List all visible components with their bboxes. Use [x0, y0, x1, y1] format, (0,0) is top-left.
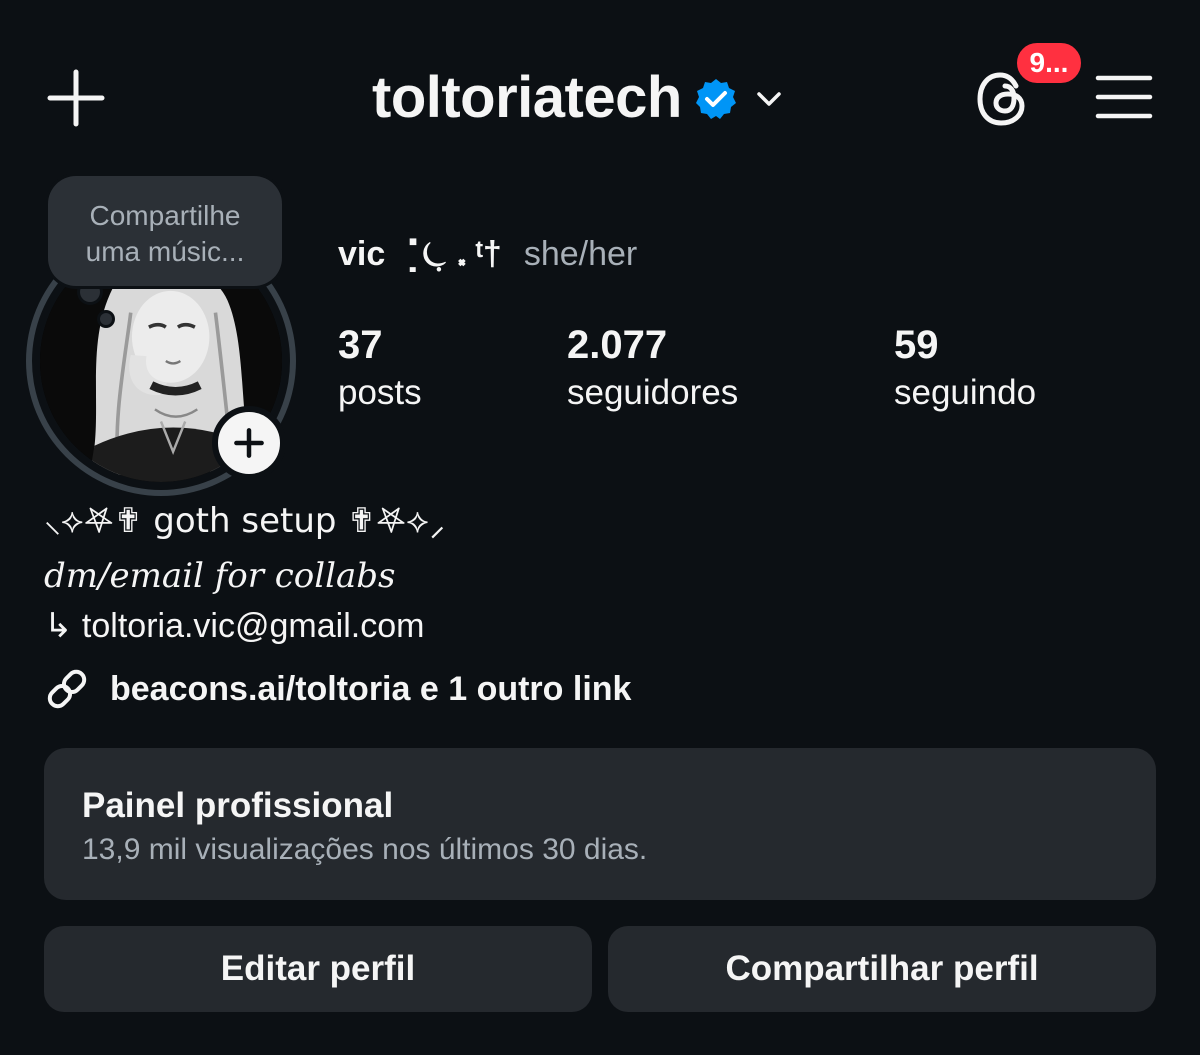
notification-badge: 9... [1014, 40, 1084, 86]
bio-line: ⸜⟡𖤐✟ goth setup ✟𖤐⟡⸝ [44, 501, 446, 541]
stat-value: 2.077 [567, 323, 668, 367]
account-switcher[interactable]: toltoriatech [372, 62, 786, 132]
add-story-button[interactable] [212, 406, 286, 480]
link-text: beacons.ai/toltoria e 1 outro link [110, 669, 632, 708]
pronouns: she/her [523, 235, 638, 273]
share-profile-button[interactable]: Compartilhar perfil [608, 926, 1156, 1012]
stat-value: 37 [338, 323, 383, 367]
stat-label: seguindo [894, 373, 1037, 412]
name-line: vic ⠈̣⏾̣ ⸼ ᵗ† she/her [338, 234, 637, 274]
stat-posts[interactable]: 37 posts [338, 322, 422, 418]
dashboard-subtitle: 13,9 mil visualizações nos últimos 30 di… [82, 833, 648, 866]
note-bubble-tail-small [100, 313, 112, 325]
stat-followers[interactable]: 2.077 seguidores [567, 322, 738, 418]
edit-profile-button[interactable]: Editar perfil [44, 926, 592, 1012]
username-title: toltoriatech [372, 64, 682, 130]
chevron-down-icon [757, 92, 781, 106]
display-name: vic ⠈̣⏾̣ ⸼ ᵗ† [338, 235, 502, 273]
verified-badge-icon [695, 79, 736, 119]
link-icon [47, 669, 87, 709]
menu-button[interactable] [1094, 72, 1154, 122]
bio-line: dm/email for collabs [44, 556, 396, 596]
create-button[interactable] [46, 68, 106, 128]
stat-value: 59 [894, 323, 939, 367]
bio-email[interactable]: ↳ toltoria.vic@gmail.com [44, 606, 424, 646]
plus-icon [234, 428, 264, 458]
note-bubble[interactable]: Compartilhe uma músic... [48, 176, 282, 286]
dashboard-title: Painel profissional [82, 786, 394, 825]
professional-dashboard-card[interactable]: Painel profissional 13,9 mil visualizaçõ… [44, 748, 1156, 900]
bio-link[interactable]: beacons.ai/toltoria e 1 outro link [44, 664, 631, 714]
hamburger-menu-icon [1095, 75, 1153, 119]
stat-label: seguidores [567, 373, 739, 412]
stat-following[interactable]: 59 seguindo [894, 322, 1036, 418]
plus-icon [47, 69, 105, 127]
stat-label: posts [338, 373, 422, 412]
